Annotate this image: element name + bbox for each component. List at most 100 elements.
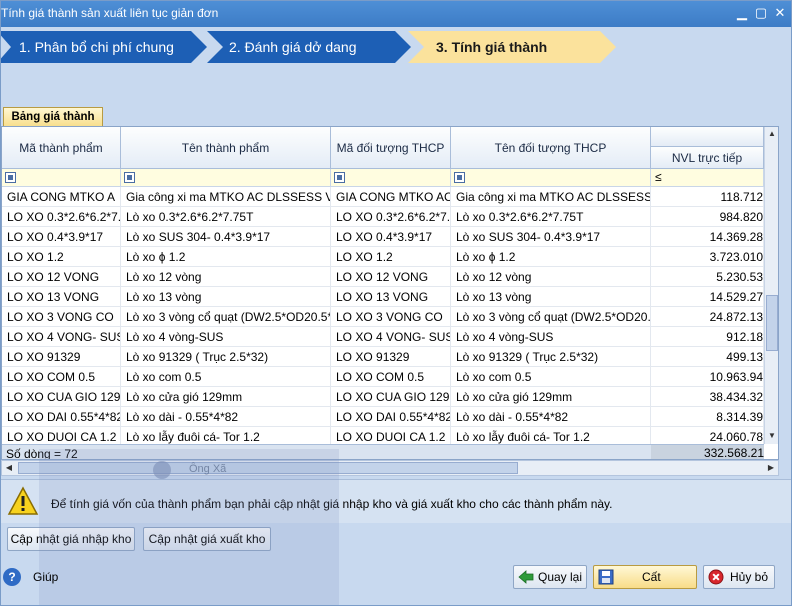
cost-object-code-cell[interactable]: LO XO 1.2 (331, 247, 451, 267)
cost-object-code-cell[interactable]: LO XO 0.3*2.6*6.2*7. (331, 207, 451, 227)
direct-materials-cell[interactable]: 8.314.39 (651, 407, 764, 427)
product-code-cell[interactable]: LO XO 13 VONG (2, 287, 121, 307)
table-row[interactable]: LO XO 0.4*3.9*17 Lò xo SUS 304- 0.4*3.9*1… (2, 227, 764, 247)
filter-cost-object-code[interactable] (331, 169, 451, 187)
product-name-cell[interactable]: Lò xo SUS 304- 0.4*3.9*17 (121, 227, 331, 247)
filter-direct-materials[interactable]: ≤ (651, 169, 764, 187)
cost-object-code-cell[interactable]: LO XO DAI 0.55*4*82 (331, 407, 451, 427)
direct-materials-cell[interactable]: 10.963.94 (651, 367, 764, 387)
column-header-direct-materials[interactable]: NVL trực tiếp (651, 147, 764, 169)
cost-object-name-cell[interactable]: Lò xo 3 vòng cổ quạt (DW2.5*OD20.5 (451, 307, 651, 327)
product-code-cell[interactable]: LO XO 3 VONG CO (2, 307, 121, 327)
filter-icon[interactable] (334, 172, 345, 183)
cost-object-code-cell[interactable]: LO XO 13 VONG (331, 287, 451, 307)
cost-object-name-cell[interactable]: Lò xo 4 vòng-SUS (451, 327, 651, 347)
step-evaluate-wip[interactable]: 2. Đánh giá dở dang (207, 31, 411, 63)
product-code-cell[interactable]: LO XO CUA GIO 129 (2, 387, 121, 407)
cost-object-name-cell[interactable]: Lò xo com 0.5 (451, 367, 651, 387)
direct-materials-cell[interactable]: 3.723.010 (651, 247, 764, 267)
step-allocate-common-costs[interactable]: 1. Phân bổ chi phí chung (1, 31, 207, 63)
direct-materials-cell[interactable]: 14.369.28 (651, 227, 764, 247)
direct-materials-cell[interactable]: 984.820 (651, 207, 764, 227)
scroll-thumb[interactable] (18, 462, 518, 474)
table-row[interactable]: LO XO 91329 Lò xo 91329 ( Trục 2.5*32) LO … (2, 347, 764, 367)
product-code-cell[interactable]: LO XO 1.2 (2, 247, 121, 267)
direct-materials-cell[interactable]: 912.18 (651, 327, 764, 347)
table-row[interactable]: LO XO CUA GIO 129 Lò xo cửa gió 129mm LO X… (2, 387, 764, 407)
table-row[interactable]: LO XO 3 VONG CO Lò xo 3 vòng cổ quạt (DW2… (2, 307, 764, 327)
cost-object-name-cell[interactable]: Lò xo 12 vòng (451, 267, 651, 287)
minimize-icon[interactable]: ▁ (733, 5, 751, 23)
cost-object-code-cell[interactable]: GIA CONG MTKO AC (331, 187, 451, 207)
table-row[interactable]: LO XO COM 0.5 Lò xo com 0.5 LO XO COM 0.5 L… (2, 367, 764, 387)
table-row[interactable]: LO XO DAI 0.55*4*82 Lò xo dài - 0.55*4*82… (2, 407, 764, 427)
update-import-price-button[interactable]: Cập nhật giá nhập kho (7, 527, 135, 551)
cost-object-name-cell[interactable]: Lò xo 13 vòng (451, 287, 651, 307)
direct-materials-cell[interactable]: 14.529.27 (651, 287, 764, 307)
product-code-cell[interactable]: LO XO 12 VONG (2, 267, 121, 287)
tab-cost-table[interactable]: Bảng giá thành (3, 107, 103, 127)
cost-object-name-cell[interactable]: Lò xo SUS 304- 0.4*3.9*17 (451, 227, 651, 247)
cost-object-name-cell[interactable]: Lò xo cửa gió 129mm (451, 387, 651, 407)
cost-object-code-cell[interactable]: LO XO COM 0.5 (331, 367, 451, 387)
product-code-cell[interactable]: LO XO 91329 (2, 347, 121, 367)
filter-product-code[interactable] (2, 169, 121, 187)
table-row[interactable]: GIA CONG MTKO A Gia công xi ma MTKO AC DL… (2, 187, 764, 207)
product-name-cell[interactable]: Lò xo 0.3*2.6*6.2*7.75T (121, 207, 331, 227)
update-export-price-button[interactable]: Cập nhật giá xuất kho (143, 527, 271, 551)
direct-materials-cell[interactable]: 5.230.53 (651, 267, 764, 287)
product-name-cell[interactable]: Lò xo ϕ 1.2 (121, 247, 331, 267)
product-name-cell[interactable]: Gia công xi ma MTKO AC DLSSESS V (121, 187, 331, 207)
column-header-product-name[interactable]: Tên thành phẩm (121, 127, 331, 169)
horizontal-scrollbar[interactable]: ◀ ▶ (1, 460, 779, 476)
product-name-cell[interactable]: Lò xo 13 vòng (121, 287, 331, 307)
scroll-right-icon[interactable]: ▶ (764, 461, 778, 475)
table-row[interactable]: LO XO 0.3*2.6*6.2*7. Lò xo 0.3*2.6*6.2*7.… (2, 207, 764, 227)
cost-object-code-cell[interactable]: LO XO 3 VONG CO (331, 307, 451, 327)
back-button[interactable]: Quay lại (513, 565, 587, 589)
scroll-down-icon[interactable]: ▼ (765, 429, 778, 443)
table-row[interactable]: LO XO 12 VONG Lò xo 12 vòng LO XO 12 VONG L… (2, 267, 764, 287)
direct-materials-cell[interactable]: 118.712 (651, 187, 764, 207)
product-code-cell[interactable]: LO XO 0.3*2.6*6.2*7. (2, 207, 121, 227)
cost-object-code-cell[interactable]: LO XO 12 VONG (331, 267, 451, 287)
vertical-scrollbar[interactable]: ▲ ▼ (764, 127, 778, 444)
product-name-cell[interactable]: Lò xo 4 vòng-SUS (121, 327, 331, 347)
save-button[interactable]: Cất (593, 565, 697, 589)
product-code-cell[interactable]: LO XO DAI 0.55*4*82 (2, 407, 121, 427)
product-code-cell[interactable]: LO XO 4 VONG- SUS (2, 327, 121, 347)
column-header-cost-object-name[interactable]: Tên đối tượng THCP (451, 127, 651, 169)
scroll-up-icon[interactable]: ▲ (765, 127, 778, 141)
cost-object-code-cell[interactable]: LO XO 4 VONG- SUS (331, 327, 451, 347)
cost-object-code-cell[interactable]: LO XO 91329 (331, 347, 451, 367)
table-row[interactable]: LO XO 13 VONG Lò xo 13 vòng LO XO 13 VONG L… (2, 287, 764, 307)
product-name-cell[interactable]: Lò xo dài - 0.55*4*82 (121, 407, 331, 427)
table-row[interactable]: LO XO 1.2 Lò xo ϕ 1.2 LO XO 1.2 Lò xo ϕ 1.2… (2, 247, 764, 267)
column-header-cost-object-code[interactable]: Mã đối tượng THCP (331, 127, 451, 169)
scroll-left-icon[interactable]: ◀ (2, 461, 16, 475)
filter-icon[interactable] (5, 172, 16, 183)
filter-operator[interactable]: ≤ (655, 170, 662, 184)
table-row[interactable]: LO XO 4 VONG- SUS Lò xo 4 vòng-SUS LO XO 4… (2, 327, 764, 347)
product-name-cell[interactable]: Lò xo com 0.5 (121, 367, 331, 387)
direct-materials-cell[interactable]: 499.13 (651, 347, 764, 367)
product-name-cell[interactable]: Lò xo 91329 ( Trục 2.5*32) (121, 347, 331, 367)
filter-icon[interactable] (124, 172, 135, 183)
filter-product-name[interactable] (121, 169, 331, 187)
cost-object-name-cell[interactable]: Lò xo dài - 0.55*4*82 (451, 407, 651, 427)
cost-object-name-cell[interactable]: Lò xo 0.3*2.6*6.2*7.75T (451, 207, 651, 227)
filter-cost-object-name[interactable] (451, 169, 651, 187)
cost-object-code-cell[interactable]: LO XO 0.4*3.9*17 (331, 227, 451, 247)
product-code-cell[interactable]: GIA CONG MTKO A (2, 187, 121, 207)
close-icon[interactable]: ✕ (771, 5, 789, 23)
direct-materials-cell[interactable]: 24.872.13 (651, 307, 764, 327)
direct-materials-cell[interactable]: 38.434.32 (651, 387, 764, 407)
product-name-cell[interactable]: Lò xo 3 vòng cổ quạt (DW2.5*OD20.5*L (121, 307, 331, 327)
cost-object-name-cell[interactable]: Gia công xi ma MTKO AC DLSSESS (451, 187, 651, 207)
product-code-cell[interactable]: LO XO 0.4*3.9*17 (2, 227, 121, 247)
product-name-cell[interactable]: Lò xo 12 vòng (121, 267, 331, 287)
filter-icon[interactable] (454, 172, 465, 183)
column-header-product-code[interactable]: Mã thành phẩm (2, 127, 121, 169)
product-code-cell[interactable]: LO XO COM 0.5 (2, 367, 121, 387)
cost-object-code-cell[interactable]: LO XO CUA GIO 129 (331, 387, 451, 407)
